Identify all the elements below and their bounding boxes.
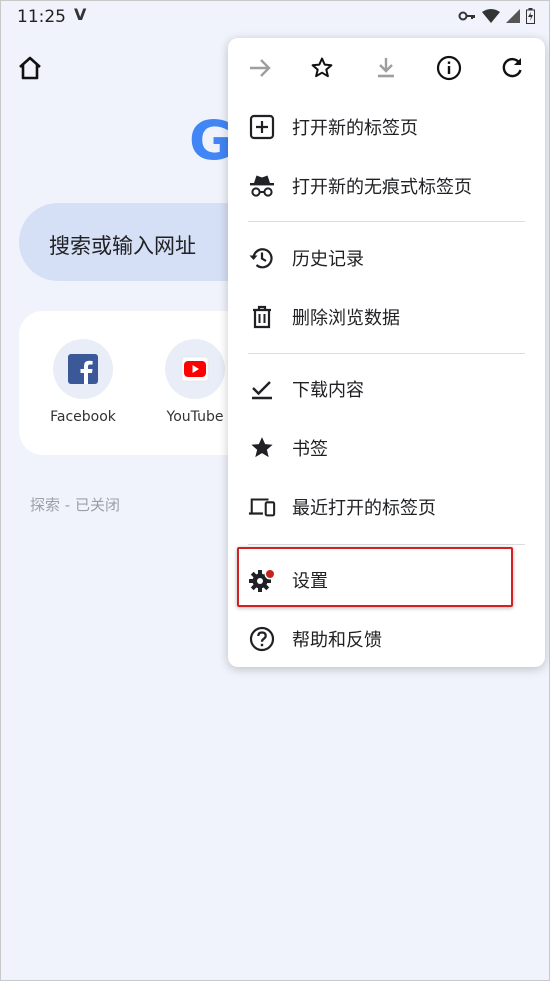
trash-icon	[248, 303, 276, 331]
menu-item-clear-browsing-data[interactable]: 删除浏览数据	[228, 288, 545, 346]
reload-icon	[502, 57, 522, 78]
discover-status: 探索 - 已关闭	[30, 496, 120, 514]
menu-item-label: 帮助和反馈	[292, 630, 382, 651]
status-time: 11:25	[17, 7, 66, 27]
menu-item-label: 打开新的无痕式标签页	[292, 177, 472, 198]
bookmark-page-button[interactable]	[307, 53, 337, 83]
search-placeholder[interactable]: 搜索或输入网址	[49, 230, 196, 260]
shortcut-icon-container	[165, 339, 225, 399]
menu-divider	[248, 221, 525, 222]
menu-item-label: 打开新的标签页	[292, 118, 418, 139]
menu-item-history[interactable]: 历史记录	[228, 229, 545, 287]
menu-item-recent-tabs[interactable]: 最近打开的标签页	[228, 478, 545, 536]
youtube-icon	[181, 356, 209, 382]
signal-icon	[506, 9, 520, 23]
devices-icon	[248, 493, 276, 521]
home-icon	[19, 56, 41, 80]
info-icon	[436, 55, 462, 81]
menu-item-help-feedback[interactable]: 帮助和反馈	[228, 610, 545, 668]
menu-divider	[248, 353, 525, 354]
incognito-icon	[248, 172, 276, 200]
key-icon	[458, 11, 475, 21]
shortcut-tile-facebook[interactable]: Facebook	[23, 339, 143, 425]
shortcut-label: Facebook	[50, 409, 116, 425]
download-page-button[interactable]	[371, 53, 401, 83]
wifi-icon	[482, 9, 500, 23]
menu-item-label: 删除浏览数据	[292, 308, 400, 329]
menu-item-new-tab[interactable]: 打开新的标签页	[228, 98, 545, 156]
history-icon	[248, 244, 276, 272]
menu-item-bookmarks[interactable]: 书签	[228, 419, 545, 477]
shortcut-icon-container	[53, 339, 113, 399]
download-check-icon	[248, 375, 276, 403]
help-icon	[248, 625, 276, 653]
home-button[interactable]	[15, 53, 45, 83]
star-icon	[248, 434, 276, 462]
forward-button[interactable]	[245, 53, 275, 83]
forward-icon	[250, 59, 271, 77]
google-logo: G	[189, 109, 234, 172]
menu-item-label: 下载内容	[292, 380, 364, 401]
menu-item-label: 书签	[292, 439, 328, 460]
status-indicator: V	[74, 5, 87, 24]
menu-divider	[248, 544, 525, 545]
menu-item-new-incognito-tab[interactable]: 打开新的无痕式标签页	[228, 157, 545, 215]
status-icons	[458, 8, 535, 24]
new-tab-icon	[248, 113, 276, 141]
settings-highlight-box	[237, 547, 513, 607]
battery-icon	[526, 8, 535, 24]
download-icon	[378, 58, 394, 78]
bookmark-star-icon	[311, 57, 333, 78]
reload-button[interactable]	[497, 53, 527, 83]
page-info-button[interactable]	[434, 53, 464, 83]
facebook-icon	[68, 354, 98, 384]
menu-item-downloads[interactable]: 下载内容	[228, 360, 545, 418]
menu-item-label: 最近打开的标签页	[292, 498, 436, 519]
menu-item-label: 历史记录	[292, 249, 364, 270]
